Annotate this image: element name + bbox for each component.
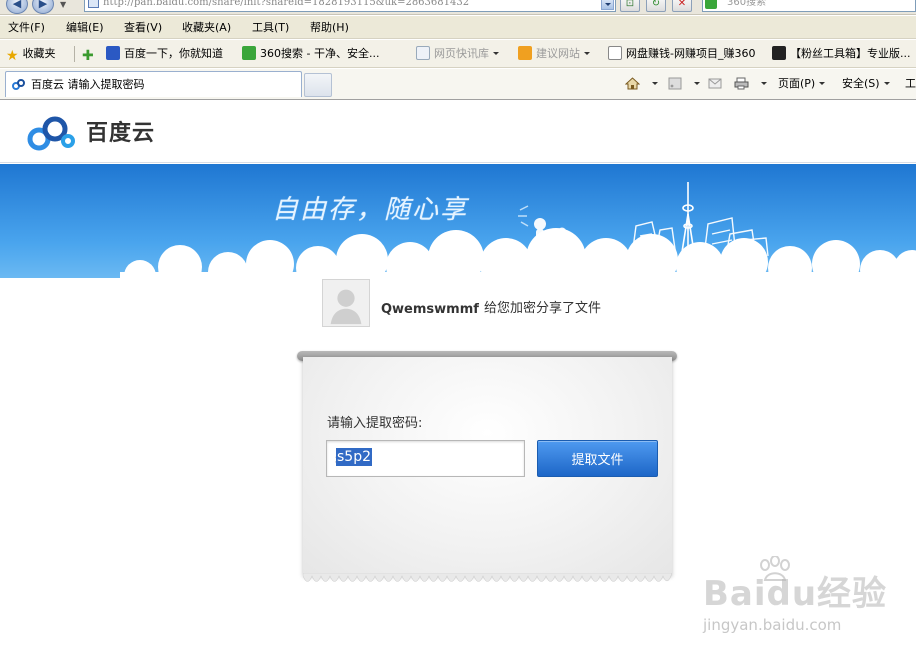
site-header: 百度云: [0, 101, 916, 163]
menu-view[interactable]: 查看(V): [124, 20, 162, 35]
menu-file[interactable]: 文件(F): [8, 20, 45, 35]
watermark: Baidu经验 jingyan.baidu.com: [703, 556, 886, 636]
fav-suggested-label: 建议网站: [536, 47, 580, 60]
compat-view-button[interactable]: ⊡: [620, 0, 640, 12]
fav-baidu-label: 百度一下，你就知道: [124, 47, 223, 60]
web-page: 百度云 自由存，随心享 Qwemswmmf 给您加密分享了文件 请输入提取密码:…: [0, 101, 916, 658]
address-toolbar: ◀ ▶ ▼ http://pan.baidu.com/share/init?sh…: [0, 0, 916, 15]
favorites-label: 收藏夹: [22, 47, 56, 60]
extract-file-button[interactable]: 提取文件: [537, 440, 658, 477]
fav-netdisk-label: 网盘赚钱-网赚项目_赚360: [626, 47, 756, 60]
forward-arrow-icon: ▶: [38, 0, 48, 10]
fav-fans-toolbox-label: 【粉丝工具箱】专业版...: [790, 47, 911, 60]
compat-view-icon: ⊡: [625, 0, 635, 9]
add-favorite-icon: ✚: [82, 48, 94, 64]
site-logo-text: 百度云: [86, 121, 156, 146]
fav-suggested[interactable]: 建议网站: [518, 46, 590, 62]
fav-webslice[interactable]: 网页快讯库: [416, 46, 499, 62]
fav-360search[interactable]: 360搜索 - 干净、安全...: [242, 46, 379, 62]
stop-button[interactable]: ✕: [672, 0, 692, 12]
address-bar[interactable]: http://pan.baidu.com/share/init?shareid=…: [84, 0, 616, 12]
chevron-down-icon: [493, 52, 499, 58]
print-icon[interactable]: [734, 77, 749, 90]
separator: [74, 46, 75, 62]
password-card: 请输入提取密码: s5p2 提取文件: [303, 357, 672, 575]
fav-baidu[interactable]: 百度一下，你就知道: [106, 46, 223, 62]
search-icon: [242, 46, 256, 60]
menu-favorites[interactable]: 收藏夹(A): [182, 20, 231, 35]
fav-webslice-label: 网页快讯库: [434, 47, 489, 60]
back-arrow-icon: ◀: [12, 0, 22, 10]
tab-bar: 百度云 请输入提取密码 页面(P) 安全(S) 工: [0, 69, 916, 100]
webslice-icon: [416, 46, 430, 60]
chevron-down-icon: [883, 82, 890, 88]
url-text: http://pan.baidu.com/share/init?shareid=…: [103, 0, 470, 8]
tab-title: 百度云 请输入提取密码: [31, 78, 145, 91]
watermark-url: jingyan.baidu.com: [703, 616, 842, 634]
address-dropdown-button[interactable]: [601, 0, 614, 10]
menu-bar: 文件(F) 编辑(E) 查看(V) 收藏夹(A) 工具(T) 帮助(H): [0, 16, 916, 39]
hero-banner: 自由存，随心享: [0, 164, 916, 278]
card-torn-edge: [303, 573, 672, 582]
history-dropdown-icon[interactable]: ▼: [60, 0, 66, 10]
search-input[interactable]: 360搜索: [727, 0, 766, 9]
chevron-down-icon: [584, 52, 590, 58]
home-icon[interactable]: [625, 77, 640, 90]
menu-edit[interactable]: 编辑(E): [66, 20, 104, 35]
password-label: 请输入提取密码:: [327, 416, 423, 431]
tab-baidu-cloud[interactable]: 百度云 请输入提取密码: [5, 71, 302, 97]
baidu-cloud-logo-icon[interactable]: [26, 115, 78, 153]
favorites-button[interactable]: ★ 收藏夹: [6, 46, 56, 64]
search-engine-icon: [705, 0, 717, 9]
add-favorite-button[interactable]: ✚: [82, 46, 98, 64]
watermark-brand: Baidu经验: [703, 574, 888, 614]
chevron-down-icon: [819, 82, 826, 88]
tools-menu[interactable]: 工: [905, 76, 916, 92]
baidu-cloud-icon: [12, 79, 25, 90]
fav-360search-label: 360搜索 - 干净、安全...: [260, 47, 380, 60]
chevron-down-icon[interactable]: [652, 82, 658, 88]
mail-icon[interactable]: [708, 77, 723, 90]
avatar[interactable]: [322, 279, 370, 327]
banner-slogan: 自由存，随心享: [272, 195, 469, 225]
menu-tools[interactable]: 工具(T): [252, 20, 289, 35]
forward-button[interactable]: ▶: [32, 0, 54, 14]
refresh-icon: ↻: [651, 0, 661, 9]
star-icon: ★: [6, 48, 19, 64]
refresh-button[interactable]: ↻: [646, 0, 666, 12]
page-icon: [88, 0, 99, 8]
page-menu[interactable]: 页面(P): [778, 76, 826, 92]
page-icon: [608, 46, 622, 60]
search-box[interactable]: 360搜索: [702, 0, 916, 12]
favorites-bar: ★ 收藏夹 ✚ 百度一下，你就知道 360搜索 - 干净、安全... 网页快讯库 …: [0, 40, 916, 68]
rss-feed-icon[interactable]: [668, 77, 683, 90]
suggested-sites-icon: [518, 46, 532, 60]
share-message: 给您加密分享了文件: [484, 301, 602, 316]
user-name-link[interactable]: Qwemswmmf: [381, 302, 479, 318]
tool-icon: [772, 46, 786, 60]
chevron-down-icon[interactable]: [761, 82, 767, 88]
fav-netdisk[interactable]: 网盘赚钱-网赚项目_赚360: [608, 46, 755, 62]
safety-menu[interactable]: 安全(S): [842, 76, 890, 92]
safety-menu-label: 安全(S): [842, 77, 880, 90]
menu-help[interactable]: 帮助(H): [310, 20, 349, 35]
fav-fans-toolbox[interactable]: 【粉丝工具箱】专业版...: [772, 46, 911, 62]
stop-icon: ✕: [677, 0, 687, 9]
page-menu-label: 页面(P): [778, 77, 816, 90]
chevron-down-icon[interactable]: [694, 82, 700, 88]
password-input[interactable]: [326, 440, 525, 477]
baidu-paw-icon: [106, 46, 120, 60]
back-button[interactable]: ◀: [6, 0, 28, 14]
new-tab-button[interactable]: [304, 73, 332, 97]
